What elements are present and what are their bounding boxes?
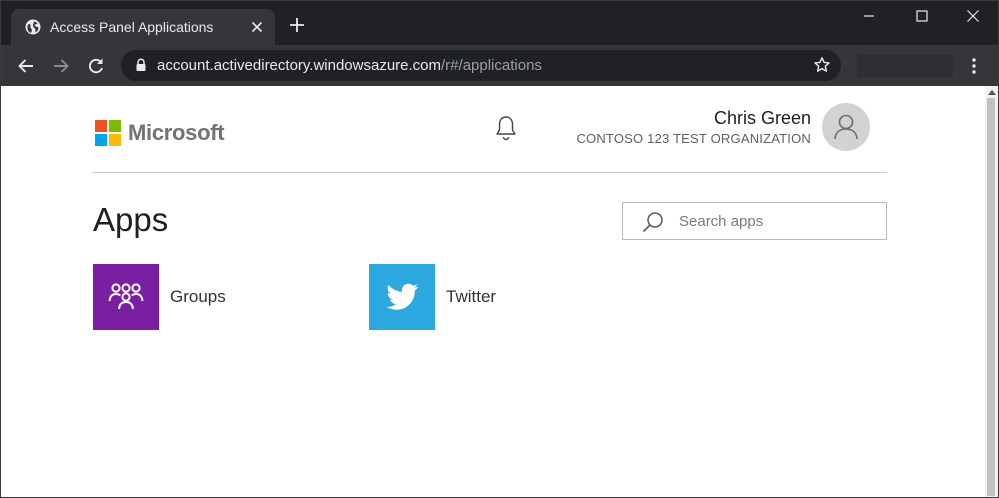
url-path: /r#/applications	[441, 57, 542, 74]
logo-square-yellow	[109, 134, 121, 146]
maximize-icon[interactable]	[912, 7, 932, 25]
search-icon	[642, 212, 663, 233]
close-tab-icon[interactable]	[249, 19, 265, 35]
lock-icon	[136, 58, 146, 71]
reload-icon[interactable]	[86, 56, 106, 76]
minimize-icon[interactable]	[859, 7, 879, 25]
address-bar[interactable]: account.activedirectory.windowsazure.com…	[121, 50, 841, 81]
logo-square-green	[109, 120, 121, 132]
search-box[interactable]	[622, 202, 887, 240]
extensions-area[interactable]	[857, 55, 953, 77]
app-label-groups: Groups	[170, 287, 226, 306]
globe-icon	[25, 19, 41, 35]
people-group-icon	[108, 283, 144, 310]
twitter-app-icon[interactable]	[369, 264, 435, 330]
page-title: Apps	[93, 201, 169, 238]
browser-toolbar: account.activedirectory.windowsazure.com…	[1, 45, 998, 86]
bell-icon[interactable]	[493, 114, 519, 142]
url-text: account.activedirectory.windowsazure.com…	[157, 56, 542, 76]
url-host: account.activedirectory.windowsazure.com	[157, 57, 442, 74]
logo-square-blue	[95, 134, 107, 146]
app-label-twitter: Twitter	[446, 287, 497, 306]
scroll-up-arrow-icon[interactable]	[988, 90, 996, 95]
logo-square-red	[95, 120, 107, 132]
back-arrow-icon[interactable]	[16, 56, 36, 76]
header-divider	[92, 172, 887, 173]
groups-app-icon[interactable]	[93, 264, 159, 330]
user-name[interactable]: Chris Green	[714, 106, 811, 130]
twitter-bird-icon	[386, 283, 418, 310]
close-window-icon[interactable]	[963, 7, 983, 25]
avatar[interactable]	[822, 103, 870, 151]
app-tile-twitter[interactable]: Twitter	[369, 264, 519, 330]
forward-arrow-icon[interactable]	[51, 56, 71, 76]
more-menu-icon[interactable]	[967, 57, 981, 75]
tab-title: Access Panel Applications	[50, 19, 214, 35]
browser-tab[interactable]: Access Panel Applications	[11, 9, 275, 45]
title-bar: Access Panel Applications	[1, 1, 998, 45]
organization-name: CONTOSO 123 TEST ORGANIZATION	[576, 131, 811, 146]
bookmark-star-icon[interactable]	[813, 56, 831, 74]
browser-window: Access Panel Applications account.active…	[0, 0, 999, 498]
person-icon	[834, 114, 858, 140]
microsoft-logo-icon	[95, 120, 121, 146]
app-tile-groups[interactable]: Groups	[93, 264, 243, 330]
page-content: Microsoft Chris Green CONTOSO 123 TEST O…	[1, 86, 985, 497]
brand-name: Microsoft	[128, 120, 225, 145]
vertical-scrollbar[interactable]	[985, 86, 998, 497]
scrollbar-thumb[interactable]	[987, 98, 995, 496]
new-tab-plus-icon[interactable]	[289, 17, 305, 33]
search-input[interactable]	[679, 203, 879, 239]
